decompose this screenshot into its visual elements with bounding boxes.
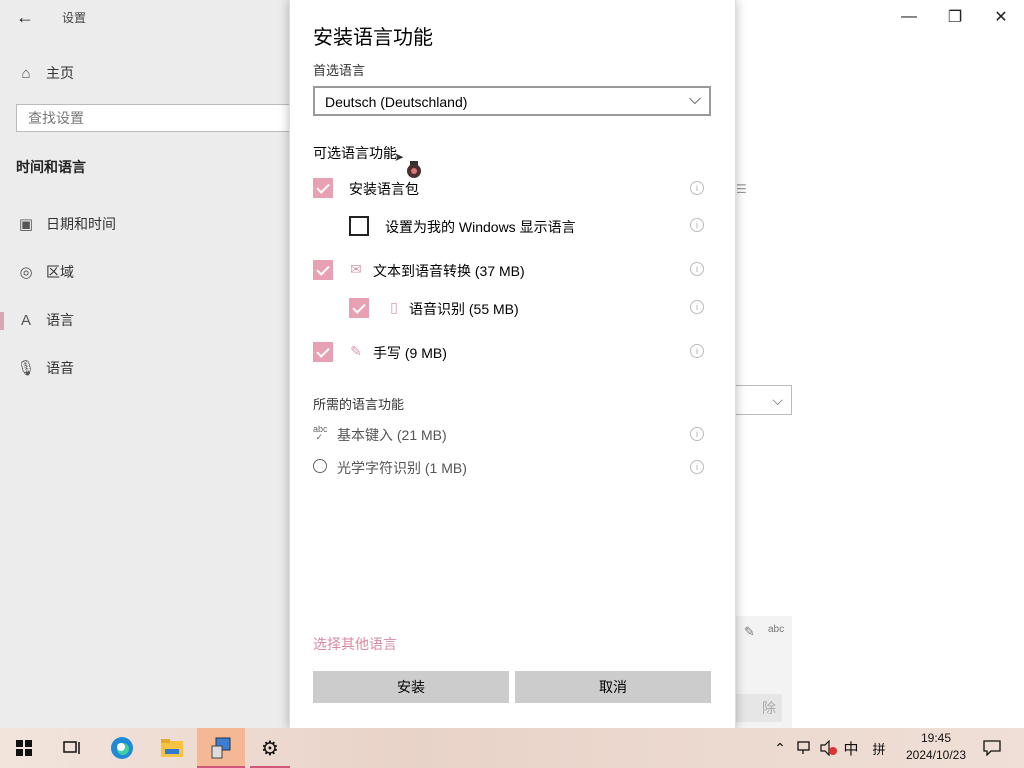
clock-time: 19:45: [920, 731, 952, 745]
restore-icon: ❐: [947, 9, 963, 26]
start-icon: [16, 740, 32, 756]
dialog-title: 安装语言功能: [313, 27, 433, 49]
chevron-up-icon: ⌃: [774, 739, 786, 756]
app-title: 设置: [62, 11, 87, 25]
restore-button[interactable]: ❐: [932, 4, 978, 30]
arrow-left-icon: ←: [16, 6, 34, 27]
preferred-language-select[interactable]: Deutsch (Deutschland) ⌵: [313, 86, 711, 116]
language-icon: A: [20, 311, 31, 329]
feature-label: 文本到语音转换 (37 MB): [373, 263, 525, 279]
nav-item-label: 区域: [46, 264, 74, 280]
clock-date: 2024/10/23: [905, 748, 967, 762]
task-view-icon: [63, 741, 80, 754]
volume-button[interactable]: [818, 728, 840, 768]
cancel-button[interactable]: 取消: [515, 671, 711, 703]
required-features-heading: 所需的语言功能: [313, 397, 405, 412]
nav-item-label: 日期和时间: [46, 216, 116, 232]
chevron-down-icon: ⌵: [772, 391, 783, 408]
language-card-partial: ✎ abc 除: [736, 616, 792, 728]
selected-indicator: [0, 312, 4, 330]
minimize-button[interactable]: —: [886, 4, 932, 30]
active-app-button[interactable]: [197, 728, 245, 768]
edge-icon: [111, 737, 133, 759]
ime-layout-indicator[interactable]: 拼: [868, 728, 890, 768]
close-button[interactable]: ✕: [978, 4, 1024, 30]
info-icon[interactable]: i: [690, 181, 704, 195]
checkbox-text-to-speech[interactable]: [313, 260, 333, 280]
list-icon: ☰: [736, 182, 747, 196]
preferred-language-label: 首选语言: [313, 63, 366, 78]
choose-other-language-link[interactable]: 选择其他语言: [313, 634, 397, 654]
required-feature-label: 基本键入 (21 MB): [337, 427, 447, 443]
busy-cursor-icon: [404, 160, 424, 180]
file-explorer-button[interactable]: [148, 728, 196, 768]
ime-mode-indicator[interactable]: 中: [840, 728, 862, 768]
nav-home[interactable]: ⌂ 主页: [16, 58, 74, 88]
active-app-icon: [211, 737, 231, 759]
info-icon[interactable]: i: [690, 262, 704, 276]
pen-icon: ✎: [350, 343, 362, 359]
minimize-icon: —: [901, 8, 917, 25]
optional-features-heading: 可选语言功能: [313, 145, 397, 161]
checkbox-speech-recognition[interactable]: [349, 298, 369, 318]
feature-label: 设置为我的 Windows 显示语言: [385, 219, 576, 235]
back-button[interactable]: ←: [10, 4, 40, 30]
feature-label: 手写 (9 MB): [373, 345, 447, 361]
calendar-clock-icon: ▣: [18, 216, 34, 233]
ocr-icon: [313, 459, 327, 473]
network-icon: [797, 741, 810, 754]
nav-item-region[interactable]: ◎ 区域: [16, 257, 74, 287]
microphone-icon: 🎙︎: [16, 360, 36, 377]
mouse-pointer-icon: ➤: [394, 150, 405, 164]
info-icon[interactable]: i: [690, 427, 704, 441]
clock[interactable]: 19:45 2024/10/23: [898, 730, 974, 766]
nav-item-label: 语言: [46, 312, 74, 328]
feature-label: 语音识别 (55 MB): [409, 301, 519, 317]
edge-button[interactable]: [98, 728, 146, 768]
file-explorer-icon: [161, 739, 183, 757]
settings-taskbar-button[interactable]: ⚙: [246, 728, 294, 768]
tray-overflow-button[interactable]: ⌃: [770, 728, 790, 768]
info-icon[interactable]: i: [690, 344, 704, 358]
abc-check-icon: abc: [768, 624, 785, 635]
feature-label: 安装语言包: [349, 181, 419, 197]
nav-item-date-time[interactable]: ▣ 日期和时间: [16, 209, 116, 239]
info-icon[interactable]: i: [690, 460, 704, 474]
notification-icon: [983, 740, 1001, 756]
close-icon: ✕: [994, 9, 1008, 26]
pen-icon: ✎: [744, 624, 755, 639]
globe-icon: ◎: [19, 264, 33, 281]
dropdown-partial[interactable]: ⌵: [736, 385, 792, 415]
volume-muted-icon: [820, 740, 837, 756]
nav-home-label: 主页: [46, 65, 74, 81]
section-heading: 时间和语言: [16, 159, 86, 175]
task-view-button[interactable]: [48, 728, 96, 768]
checkbox-language-pack[interactable]: [313, 178, 333, 198]
nav-item-speech[interactable]: 🎙︎ 语音: [16, 353, 74, 383]
chevron-down-icon: ⌵: [688, 91, 701, 108]
checkbox-display-language[interactable]: [349, 216, 369, 236]
notification-button[interactable]: [978, 728, 1006, 768]
home-icon: ⌂: [21, 64, 31, 82]
abc-check-icon: abc ✓: [313, 424, 328, 442]
checkbox-handwriting[interactable]: [313, 342, 333, 362]
microphone-icon: ▯: [390, 299, 398, 315]
install-button[interactable]: 安装: [313, 671, 509, 703]
nav-item-label: 语音: [46, 360, 74, 376]
search-input[interactable]: 查找设置: [16, 104, 294, 132]
info-icon[interactable]: i: [690, 218, 704, 232]
nav-item-language[interactable]: A 语言: [16, 305, 74, 335]
network-button[interactable]: [794, 728, 816, 768]
required-feature-label: 光学字符识别 (1 MB): [337, 460, 467, 476]
select-value: Deutsch (Deutschland): [325, 94, 468, 110]
start-button[interactable]: [0, 728, 48, 768]
settings-gear-icon: ⚙: [261, 737, 279, 760]
speech-bubble-icon: ✉: [350, 261, 362, 277]
remove-button-partial[interactable]: 除: [736, 694, 782, 722]
info-icon[interactable]: i: [690, 300, 704, 314]
